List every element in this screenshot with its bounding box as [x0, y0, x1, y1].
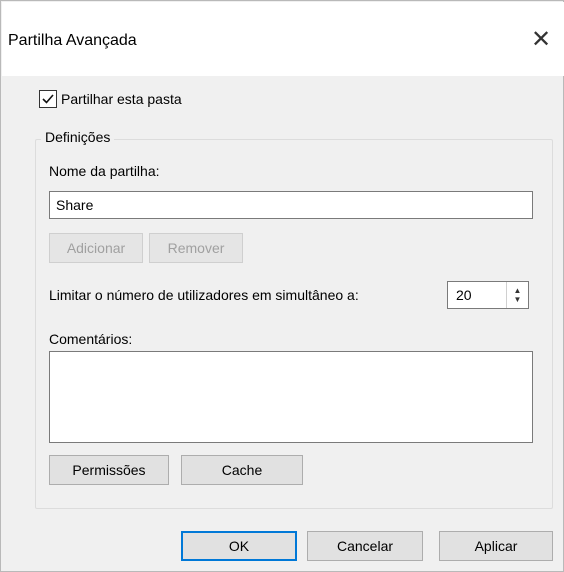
spin-up-icon[interactable]: ▲ [514, 286, 522, 295]
advanced-sharing-dialog: Partilha Avançada ✕ Partilhar esta pasta… [0, 0, 564, 572]
apply-button[interactable]: Aplicar [439, 531, 553, 561]
user-limit-value[interactable]: 20 [448, 287, 506, 303]
close-icon[interactable]: ✕ [526, 24, 556, 54]
share-folder-checkbox[interactable] [39, 90, 57, 108]
cache-button[interactable]: Cache [181, 455, 303, 485]
checkmark-icon [42, 94, 54, 104]
permissions-button[interactable]: Permissões [49, 455, 169, 485]
user-limit-label: Limitar o número de utilizadores em simu… [49, 287, 359, 303]
spin-arrows-icon[interactable]: ▲ ▼ [506, 282, 528, 308]
share-name-input[interactable]: Share [49, 191, 533, 219]
ok-button[interactable]: OK [181, 531, 297, 561]
comments-label: Comentários: [49, 331, 133, 347]
dialog-title: Partilha Avançada [8, 32, 137, 49]
share-folder-label: Partilhar esta pasta [61, 91, 182, 107]
user-limit-stepper[interactable]: 20 ▲ ▼ [447, 281, 529, 309]
share-name-label: Nome da partilha: [49, 163, 160, 179]
spin-down-icon[interactable]: ▼ [514, 295, 522, 304]
share-folder-checkbox-row[interactable]: Partilhar esta pasta [39, 90, 182, 108]
comments-textarea[interactable] [49, 351, 533, 443]
settings-group-label: Definições [41, 129, 115, 145]
title-bar: Partilha Avançada ✕ [2, 2, 564, 76]
cancel-button[interactable]: Cancelar [307, 531, 423, 561]
add-button[interactable]: Adicionar [49, 233, 143, 263]
remove-button[interactable]: Remover [149, 233, 243, 263]
